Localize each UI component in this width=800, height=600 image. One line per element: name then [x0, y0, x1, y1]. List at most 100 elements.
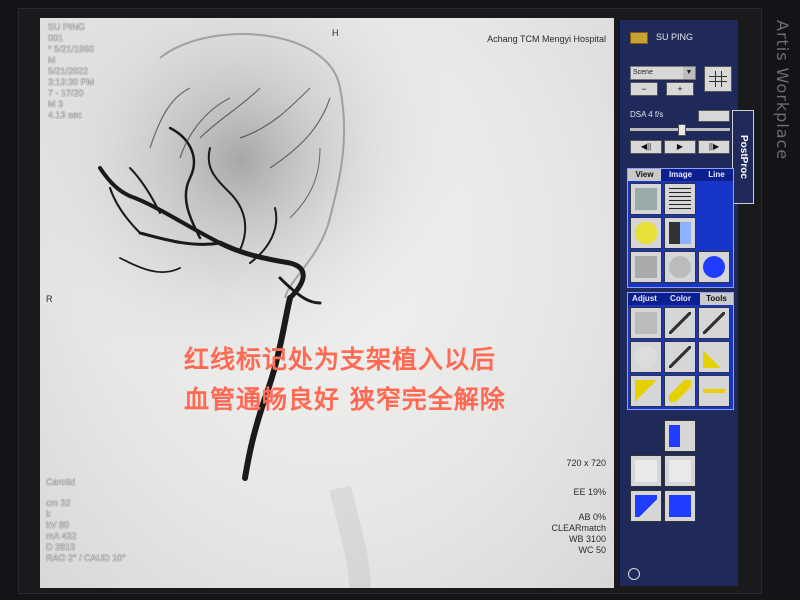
tool-view-1[interactable]: [630, 183, 662, 215]
view-tabs: View Image Line: [628, 169, 733, 181]
kv: kV 80: [46, 520, 70, 530]
patient-id: 001: [48, 33, 64, 43]
tools-box: Adjust Color Tools: [627, 292, 734, 410]
line-tool-icon: [703, 312, 725, 334]
angiography-viewport[interactable]: SU PING 001 * 5/21/1960 M 5/21/2022 3:13…: [40, 18, 614, 588]
cm: cm 32: [46, 498, 71, 508]
wc: WC 50: [578, 545, 606, 555]
lines-icon: [669, 188, 691, 210]
wb: WB 3100: [568, 534, 606, 544]
compare-icon: [669, 222, 691, 244]
probe-icon: [635, 256, 657, 278]
postproc-tab[interactable]: PostProc: [732, 110, 754, 204]
angle: RAO 2° / CAUD 10°: [46, 553, 126, 563]
scene-select-value: Scene: [633, 69, 653, 76]
head-icon: [635, 222, 657, 244]
measure-icon: [669, 312, 691, 334]
export-icon: [669, 425, 691, 447]
study-date: 5/21/2022: [48, 66, 89, 76]
mode: M 3: [48, 99, 64, 109]
minus-button[interactable]: −: [630, 82, 658, 96]
tool-4[interactable]: [630, 341, 662, 373]
folder-icon[interactable]: [630, 32, 648, 44]
tool-view-2[interactable]: [664, 183, 696, 215]
tool-view-7[interactable]: [698, 251, 730, 283]
annotation-line-1: 红线标记处为支架植入以后: [184, 345, 497, 374]
tool-6[interactable]: [698, 341, 730, 373]
tab-view[interactable]: View: [628, 169, 661, 181]
dsa-field[interactable]: [698, 110, 730, 122]
dsa-label: DSA 4 f/s: [630, 110, 664, 119]
matrix: 720 x 720: [566, 458, 606, 468]
ab: AB 0%: [578, 512, 606, 522]
chevron-down-icon: ▼: [683, 67, 695, 79]
clock-icon: [628, 568, 640, 580]
tool-5[interactable]: [664, 341, 696, 373]
tool-tabs: Adjust Color Tools: [628, 293, 733, 305]
annotation-line-2: 血管通畅良好 狭窄完全解除: [184, 385, 506, 414]
document-icon: [635, 460, 657, 482]
globe-icon: [703, 256, 725, 278]
tool-view-4[interactable]: [664, 217, 696, 249]
document-icon: [669, 460, 691, 482]
orientation-top: H: [332, 28, 339, 38]
scene-select[interactable]: Scene ▼: [630, 66, 696, 80]
next-frame-button[interactable]: ||▶: [698, 140, 730, 154]
layout-grid-button[interactable]: [704, 66, 732, 92]
acquisition-info: Carotid cm 32 k kV 80 mA 432 D 2813 RAO …: [46, 477, 126, 564]
angle-icon: [669, 346, 691, 368]
tool-view-6[interactable]: [664, 251, 696, 283]
calibrate-icon: [703, 346, 725, 368]
orientation-left: R: [46, 294, 53, 304]
tool-view-5[interactable]: [630, 251, 662, 283]
study-time: 3:13:30 PM: [48, 77, 95, 87]
tool-2[interactable]: [664, 307, 696, 339]
panel-patient-name: SU PING: [656, 32, 694, 42]
annotate-icon: [635, 312, 657, 334]
patient-dob: * 5/21/1960: [48, 44, 95, 54]
vessel-image: [40, 18, 614, 588]
display-info: 720 x 720 EE 19% AB 0% CLEARmatch WB 310…: [551, 458, 606, 556]
ee: EE 19%: [573, 487, 606, 497]
tool-8[interactable]: [664, 375, 696, 407]
tool-view-3[interactable]: [630, 217, 662, 249]
image-icon: [635, 188, 657, 210]
tab-color[interactable]: Color: [664, 293, 697, 305]
hospital-name: Achang TCM Mengyi Hospital: [487, 34, 606, 44]
patient-name: SU PING: [48, 22, 86, 32]
tab-adjust[interactable]: Adjust: [628, 293, 661, 305]
k: k: [46, 509, 51, 519]
pointer-icon: [635, 380, 657, 402]
patient-sex: M: [48, 55, 56, 65]
plus-button[interactable]: +: [666, 82, 694, 96]
frame-slider[interactable]: [630, 124, 730, 136]
head-scan-icon: [669, 256, 691, 278]
slider-thumb[interactable]: [678, 124, 686, 136]
tool-3[interactable]: [698, 307, 730, 339]
region: Carotid: [46, 477, 76, 487]
patient-info: SU PING 001 * 5/21/1960 M 5/21/2022 3:13…: [48, 22, 94, 121]
tab-line[interactable]: Line: [700, 169, 733, 181]
head-measure-icon: [635, 346, 657, 368]
store-button-1[interactable]: [630, 455, 662, 487]
clear: CLEARmatch: [551, 523, 606, 533]
series: 7 - 17/20: [48, 88, 84, 98]
tool-1[interactable]: [630, 307, 662, 339]
tab-tools[interactable]: Tools: [700, 293, 733, 305]
ruler-icon: [669, 380, 691, 402]
tool-7[interactable]: [630, 375, 662, 407]
ma: mA 432: [46, 531, 77, 541]
prev-frame-button[interactable]: ◀||: [630, 140, 662, 154]
view-tool-box: View Image Line: [627, 168, 734, 288]
send-icon: [635, 495, 657, 517]
save-button[interactable]: [664, 490, 696, 522]
send-button[interactable]: [630, 490, 662, 522]
play-button[interactable]: ▶: [664, 140, 696, 154]
vendor-label: Artis Workplace: [773, 20, 792, 161]
store-button-2[interactable]: [664, 455, 696, 487]
export-button[interactable]: [664, 420, 696, 452]
save-icon: [669, 495, 691, 517]
duration: 4.13 sec: [48, 110, 83, 120]
tab-image[interactable]: Image: [664, 169, 697, 181]
tool-9[interactable]: [698, 375, 730, 407]
